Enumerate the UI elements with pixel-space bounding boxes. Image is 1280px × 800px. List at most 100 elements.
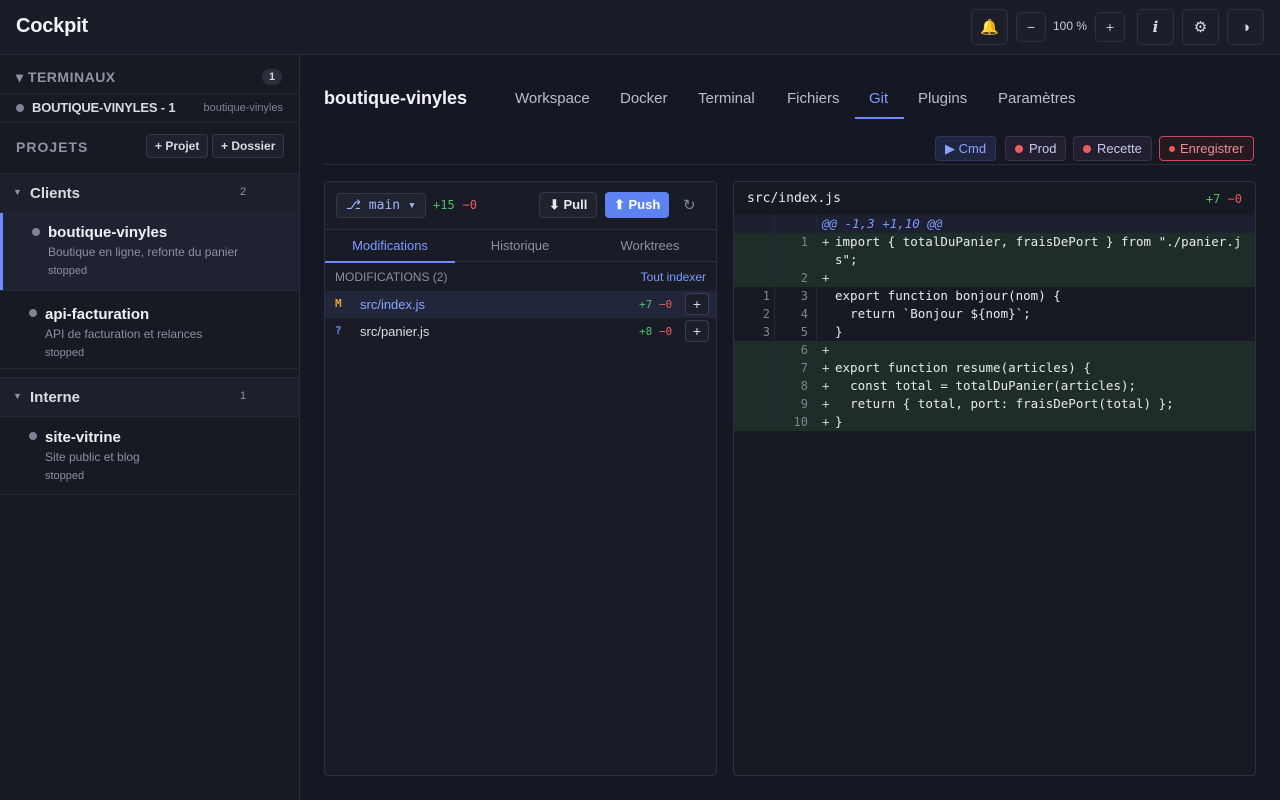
modifications-header: MODIFICATIONS (2): [335, 270, 448, 284]
stage-all-link[interactable]: Tout indexer: [641, 270, 706, 284]
group-count: 2: [240, 186, 247, 198]
settings-button[interactable]: ⚙: [1182, 9, 1219, 45]
push-button[interactable]: ⬆ Push: [605, 192, 670, 218]
code-text: }: [835, 324, 843, 339]
new-line-number: 4: [800, 307, 808, 321]
file-name: src/index.js: [360, 297, 426, 312]
project-name: boutique-vinyles: [48, 224, 168, 241]
tab-workspace[interactable]: Workspace: [515, 90, 590, 107]
status-dot: [29, 432, 37, 440]
project-item-api-facturation[interactable]: api-facturation API de facturation et re…: [0, 291, 299, 369]
terminal-name: BOUTIQUE-VINYLES - 1: [32, 100, 176, 115]
diff-line: 7 + export function resume(articles) {: [734, 359, 1255, 377]
gutter-divider: [816, 215, 817, 431]
half-circle-icon: ◑: [1240, 18, 1251, 36]
group-interne[interactable]: ▼ Interne 1: [0, 377, 299, 417]
diff-sign: +: [822, 270, 830, 285]
record-label: Enregistrer: [1180, 141, 1244, 156]
refresh-icon[interactable]: ↻: [683, 196, 696, 214]
status-dot: [32, 228, 40, 236]
file-diffstat: +7 −0: [639, 298, 672, 311]
recette-button[interactable]: Recette: [1073, 136, 1152, 161]
zoom-in-button[interactable]: +: [1095, 12, 1125, 42]
diff-line: 1 3 export function bonjour(nom) {: [734, 287, 1255, 305]
git-subtabs: Modifications Historique Worktrees: [325, 229, 716, 263]
diff-line: 1 + import { totalDuPanier, fraisDePort } …: [734, 233, 1255, 269]
file-name: src/panier.js: [360, 324, 430, 339]
project-description: Site public et blog: [45, 450, 140, 464]
record-button[interactable]: Enregistrer: [1159, 136, 1254, 161]
gutter-divider: [774, 215, 775, 431]
terminals-header[interactable]: ▾ TERMINAUX: [16, 69, 116, 86]
subtab-historique[interactable]: Historique: [455, 238, 585, 253]
branch-selector[interactable]: ⎇ main ▾: [336, 193, 426, 218]
diff-sign: +: [822, 360, 830, 375]
info-button[interactable]: i: [1137, 9, 1174, 45]
prod-label: Prod: [1029, 141, 1057, 156]
diff-removed: −0: [1227, 192, 1242, 206]
status-dot: [1083, 144, 1091, 153]
stage-file-button[interactable]: +: [685, 320, 709, 342]
removed-count: −0: [462, 198, 477, 212]
tab-docker[interactable]: Docker: [620, 90, 668, 107]
zoom-out-button[interactable]: −: [1016, 12, 1046, 42]
tab-terminal[interactable]: Terminal: [698, 90, 755, 107]
chevron-down-icon: ▼: [13, 187, 22, 197]
new-line-number: 5: [800, 325, 808, 339]
project-item-boutique-vinyles[interactable]: boutique-vinyles Boutique en ligne, refo…: [0, 213, 299, 291]
status-dot: [29, 309, 37, 317]
project-description: Boutique en ligne, refonte du panier: [48, 245, 239, 259]
subtab-worktrees[interactable]: Worktrees: [585, 238, 715, 253]
tab-fichiers[interactable]: Fichiers: [787, 90, 840, 107]
tab-plugins[interactable]: Plugins: [918, 90, 967, 107]
diff-file-name: src/index.js: [747, 191, 841, 206]
active-subtab-indicator: [325, 261, 455, 263]
divider: [324, 164, 1256, 165]
diff-line: 8 + const total = totalDuPanier(articles)…: [734, 377, 1255, 395]
tab-parametres[interactable]: Paramètres: [998, 90, 1076, 107]
pull-button[interactable]: ⬇ Pull: [539, 192, 598, 218]
file-row[interactable]: ? src/panier.js +8 −0 +: [325, 318, 716, 345]
status-dot: [16, 104, 24, 112]
diff-line: 3 5}: [734, 323, 1255, 341]
diff-line: 2 4 return `Bonjour ${nom}`;: [734, 305, 1255, 323]
stage-file-button[interactable]: +: [685, 293, 709, 315]
diff-sign: +: [822, 234, 830, 249]
terminal-item[interactable]: BOUTIQUE-VINYLES - 1 boutique-vinyles: [0, 93, 299, 123]
terminal-project: boutique-vinyles: [203, 102, 284, 114]
projects-header: PROJETS: [16, 139, 89, 155]
project-name: api-facturation: [45, 306, 150, 323]
code-text: return { total, port: fraisDePort(total)…: [835, 396, 1174, 411]
project-status: stopped: [48, 265, 88, 277]
status-dot: [1015, 144, 1023, 153]
git-panel: ⎇ main ▾ +15 −0 ⬇ Pull ⬆ Push ↻ Modifica…: [324, 181, 717, 776]
file-row[interactable]: M src/index.js +7 −0 +: [325, 291, 716, 318]
prod-button[interactable]: Prod: [1005, 136, 1067, 161]
diff-added: +7: [1205, 192, 1221, 206]
diff-sign: +: [822, 342, 830, 357]
old-line-number: 1: [762, 289, 770, 303]
code-text: export function resume(articles) {: [835, 360, 1091, 375]
hunk-header: @@ -1,3 +1,10 @@: [734, 215, 1255, 233]
add-project-button[interactable]: + Projet: [146, 134, 209, 158]
project-description: API de facturation et relances: [45, 327, 203, 341]
new-line-number: 7: [800, 361, 808, 375]
tab-git[interactable]: Git: [869, 90, 888, 107]
cmd-button[interactable]: ▶ Cmd: [935, 136, 997, 161]
group-clients[interactable]: ▼ Clients 2: [0, 173, 299, 213]
file-added: +7: [639, 298, 653, 311]
new-line-number: 2: [800, 271, 808, 285]
add-folder-button[interactable]: + Dossier: [212, 134, 285, 158]
new-line-number: 6: [800, 343, 808, 357]
added-count: +15: [433, 198, 455, 212]
notifications-button[interactable]: 🔔: [971, 9, 1008, 45]
file-status-badge: ?: [335, 324, 342, 337]
old-line-number: 2: [762, 307, 770, 321]
project-item-site-vitrine[interactable]: site-vitrine Site public et blog stopped: [0, 417, 299, 495]
theme-toggle-button[interactable]: ◑: [1227, 9, 1264, 45]
diff-stat: +7 −0: [1206, 192, 1242, 206]
diff-sign: +: [822, 396, 830, 411]
subtab-modifications[interactable]: Modifications: [325, 238, 455, 253]
